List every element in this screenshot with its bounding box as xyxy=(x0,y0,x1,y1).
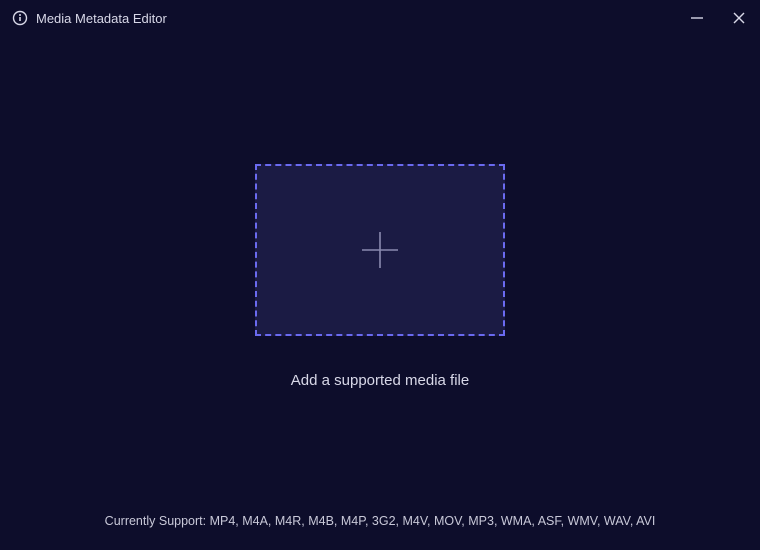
plus-icon xyxy=(358,228,402,272)
add-file-dropzone[interactable] xyxy=(255,164,505,336)
titlebar-left: Media Metadata Editor xyxy=(12,10,167,26)
close-button[interactable] xyxy=(730,9,748,27)
footer: Currently Support: MP4, M4A, M4R, M4B, M… xyxy=(0,496,760,550)
main-content: Add a supported media file xyxy=(0,36,760,496)
minimize-button[interactable] xyxy=(688,9,706,27)
supported-formats-text: Currently Support: MP4, M4A, M4R, M4B, M… xyxy=(0,514,760,528)
titlebar: Media Metadata Editor xyxy=(0,0,760,36)
instruction-text: Add a supported media file xyxy=(291,372,469,389)
titlebar-right xyxy=(688,9,748,27)
app-title: Media Metadata Editor xyxy=(36,11,167,26)
app-info-icon xyxy=(12,10,28,26)
